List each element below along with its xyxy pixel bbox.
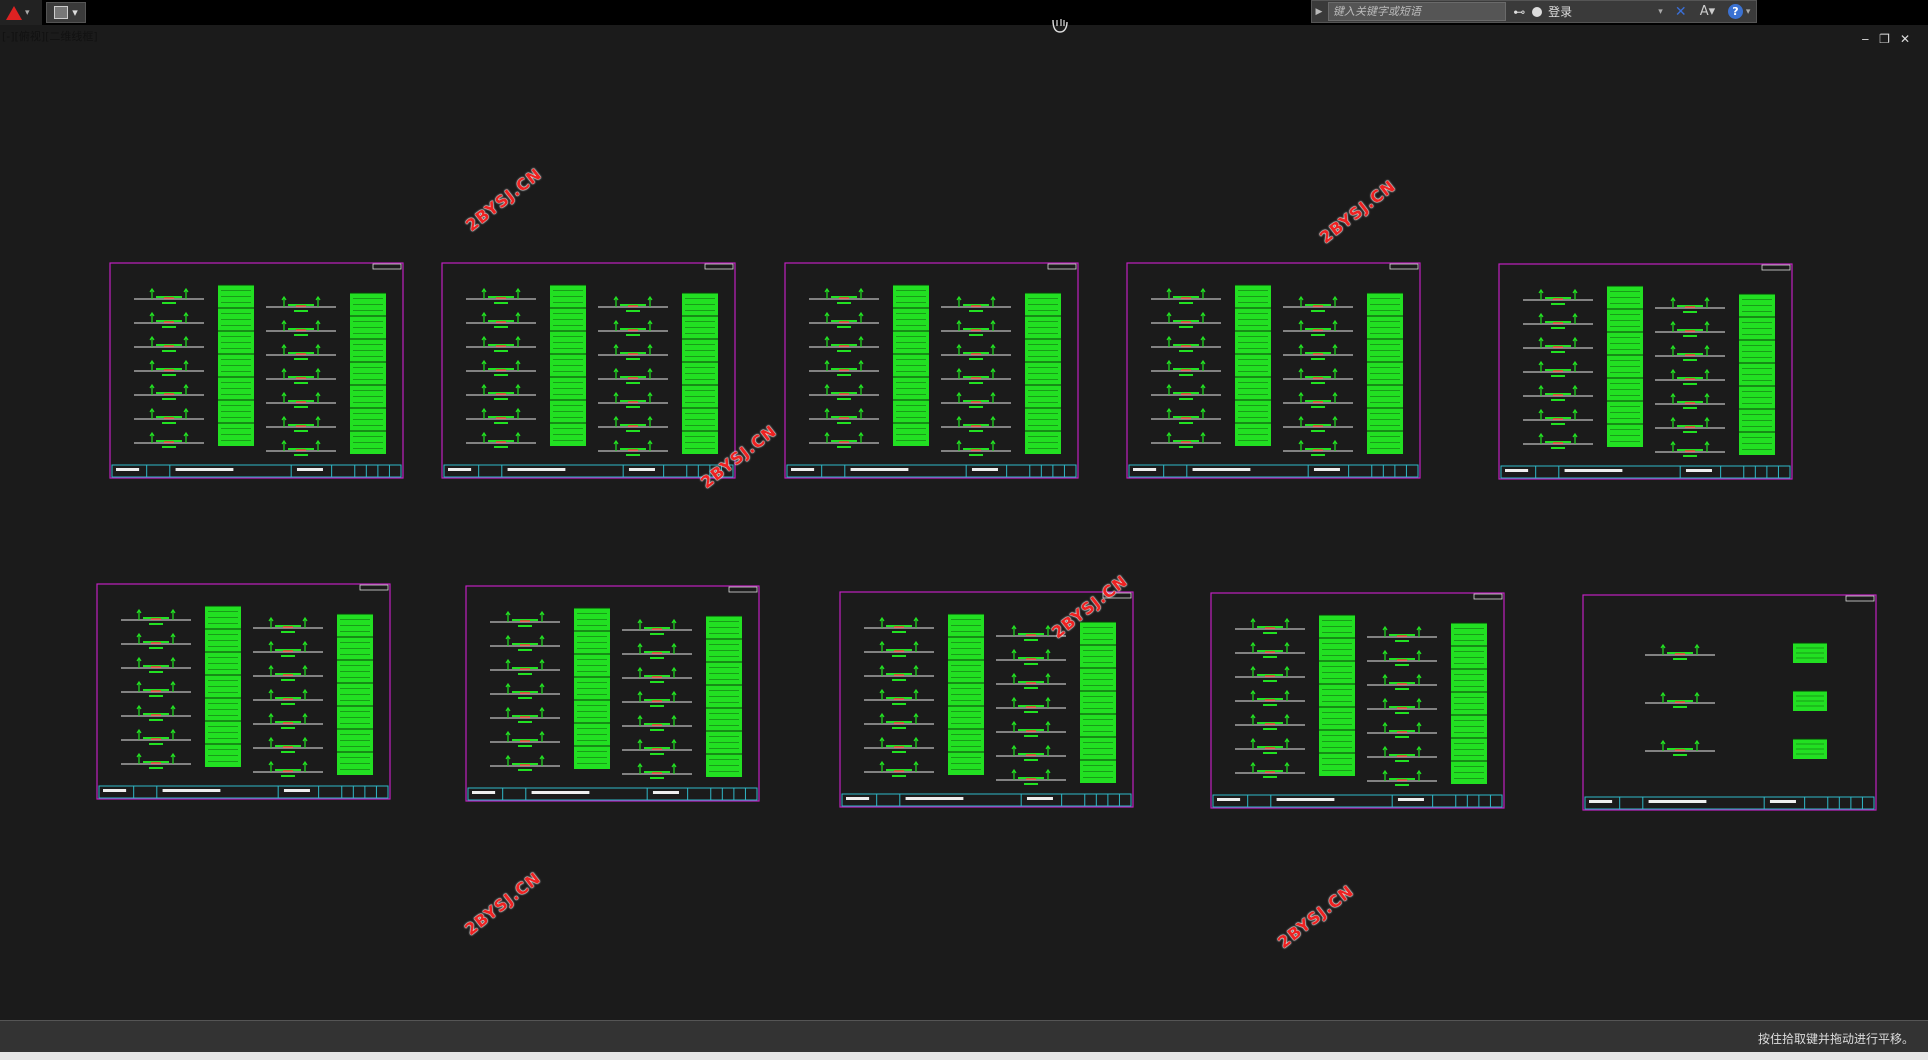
drawing-sheet-6[interactable] [96, 583, 391, 800]
drawing-sheet-5[interactable] [1498, 263, 1793, 480]
drawing-sheet-8[interactable] [839, 591, 1134, 808]
drawing-sheet-10[interactable] [1582, 594, 1877, 811]
drawing-canvas[interactable] [0, 0, 1928, 1020]
title-block [98, 785, 389, 799]
title-block [111, 464, 402, 478]
bottom-strip [0, 1052, 1928, 1060]
title-block [443, 464, 734, 478]
status-bar: 按住拾取键并拖动进行平移。 [0, 1020, 1928, 1052]
title-block [1584, 796, 1875, 810]
drawing-sheet-9[interactable] [1210, 592, 1505, 809]
title-block [841, 793, 1132, 807]
drawing-sheet-4[interactable] [1126, 262, 1421, 479]
title-block [1212, 794, 1503, 808]
drawing-sheet-2[interactable] [441, 262, 736, 479]
drawing-sheet-3[interactable] [784, 262, 1079, 479]
title-block [1500, 465, 1791, 479]
drawing-sheet-7[interactable] [465, 585, 760, 802]
status-message: 按住拾取键并拖动进行平移。 [1757, 1032, 1914, 1046]
title-block [1128, 464, 1419, 478]
title-block [786, 464, 1077, 478]
title-block [467, 787, 758, 801]
drawing-sheet-1[interactable] [109, 262, 404, 479]
